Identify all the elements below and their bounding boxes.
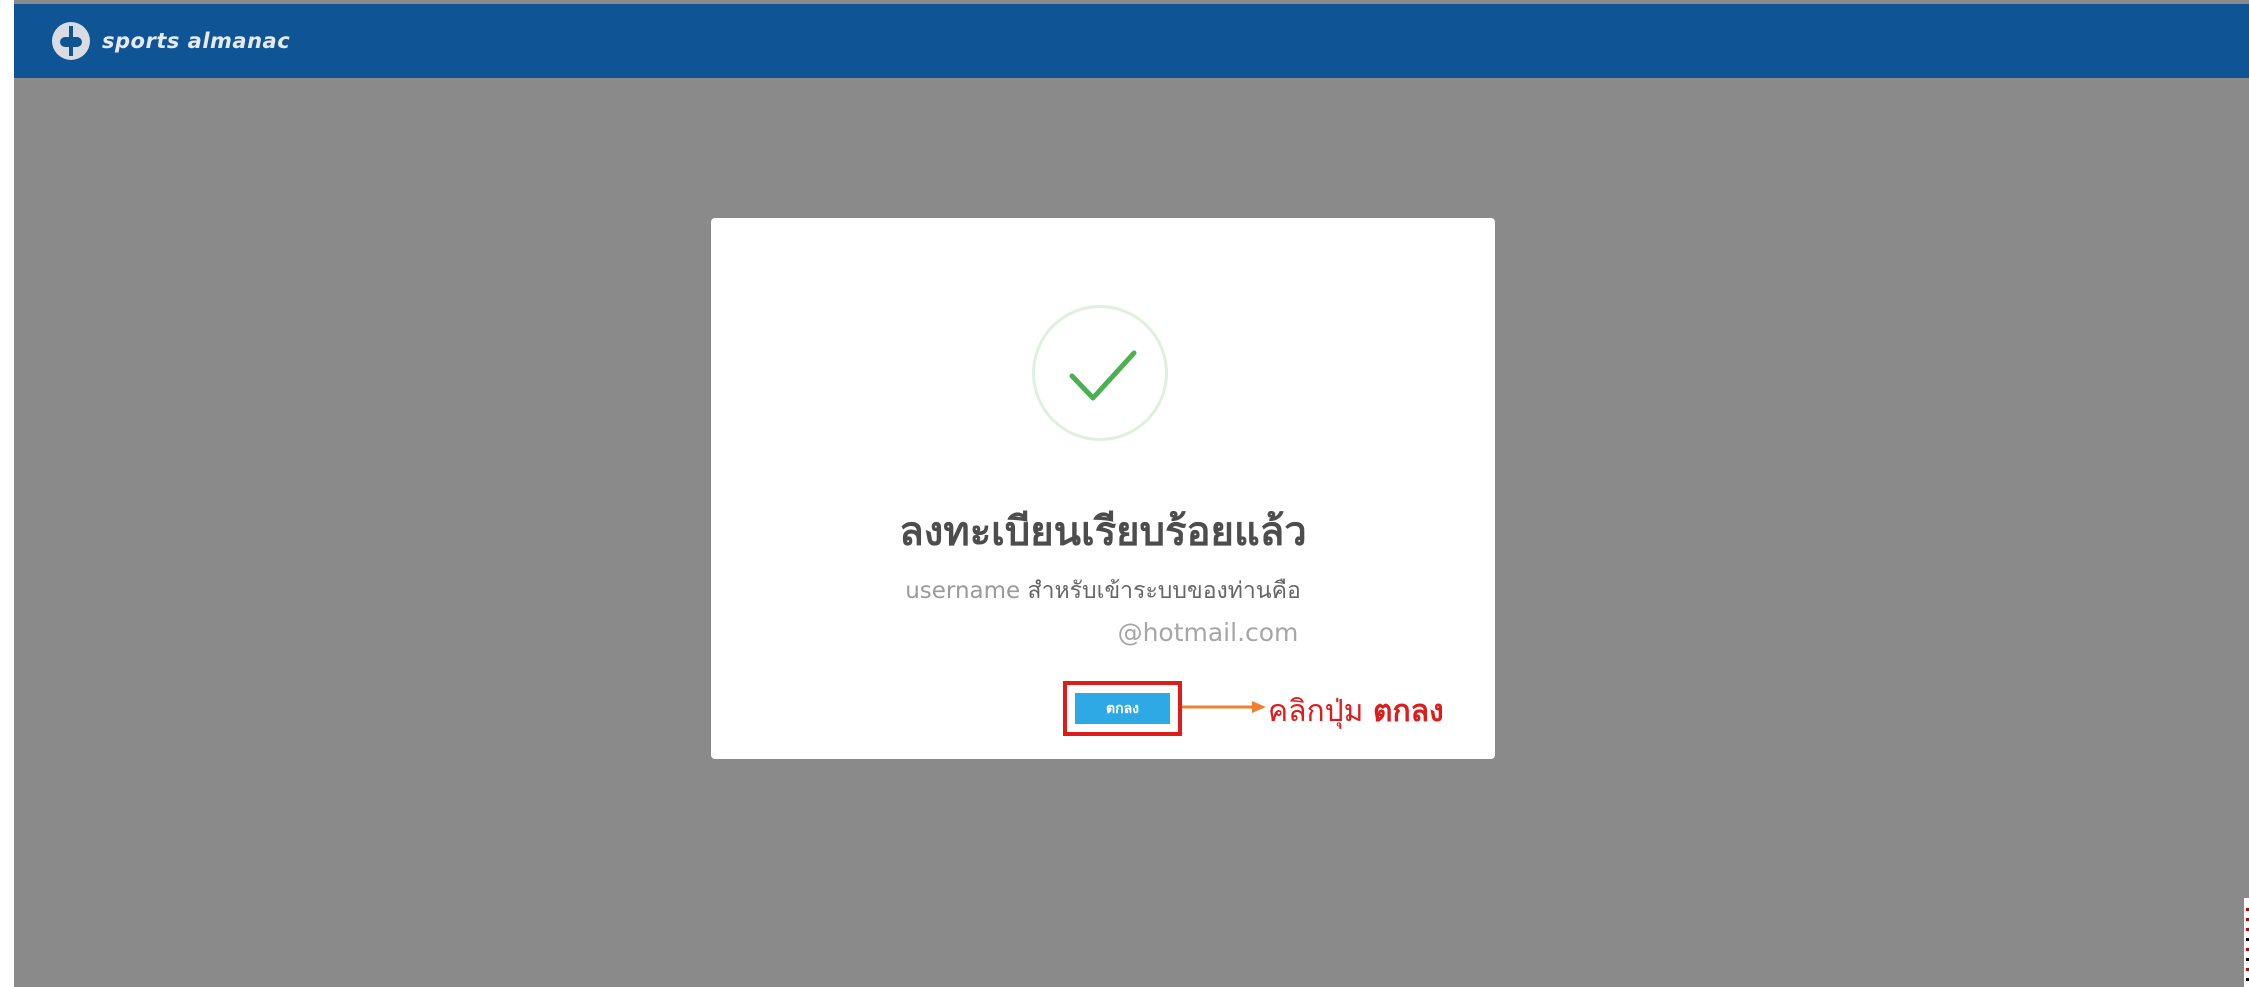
top-navbar: sports almanac (14, 4, 2249, 78)
success-dialog: ลงทะเบียนเรียบร้อยแล้ว username สำหรับเข… (711, 218, 1495, 759)
left-border (0, 0, 14, 987)
site-logo[interactable]: sports almanac (52, 22, 290, 60)
annotation-emphasis: ตกลง (1372, 694, 1444, 729)
message-text: สำหรับเข้าระบบของท่านคือ (1027, 578, 1301, 604)
dialog-message: username สำหรับเข้าระบบของท่านคือ (711, 573, 1495, 609)
annotation-prefix: คลิกปุ่ม (1268, 694, 1364, 729)
logo-icon (52, 22, 90, 60)
username-label: username (905, 578, 1021, 604)
ok-button[interactable]: ตกลง (1075, 693, 1170, 724)
edge-artifact (2244, 898, 2249, 987)
success-check-icon (1032, 305, 1168, 441)
dialog-title: ลงทะเบียนเรียบร้อยแล้ว (899, 509, 1307, 555)
username-email: @hotmail.com (711, 618, 1495, 647)
ok-button-highlight: ตกลง (1063, 681, 1182, 736)
instruction-annotation: คลิกปุ่ม ตกลง (1268, 688, 1444, 735)
email-domain: @hotmail.com (1117, 618, 1299, 647)
arrow-right-icon (1182, 701, 1266, 713)
logo-text: sports almanac (102, 29, 291, 53)
